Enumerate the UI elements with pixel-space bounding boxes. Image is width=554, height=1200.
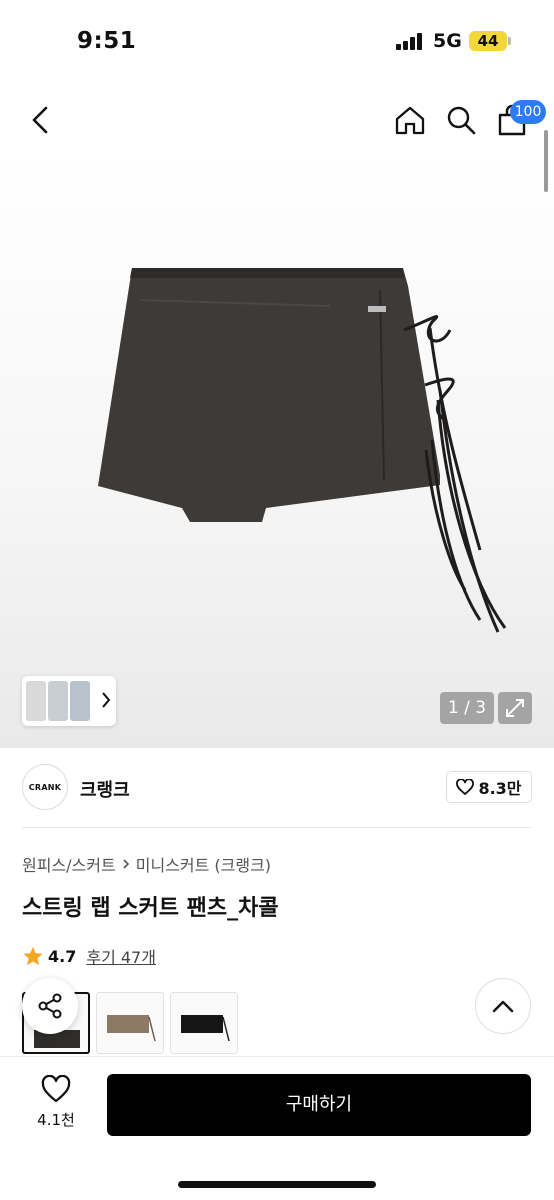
- bottom-purchase-bar: 4.1천 구매하기: [0, 1056, 554, 1200]
- product-title: 스트링 랩 스커트 팬츠_차콜: [22, 896, 279, 921]
- back-button[interactable]: [22, 100, 58, 140]
- divider: [22, 827, 532, 828]
- product-image: [98, 268, 507, 633]
- signal-icon: [396, 33, 426, 50]
- product-rating: 4.7 후기 47개: [22, 944, 156, 968]
- expand-button[interactable]: [498, 692, 532, 724]
- share-icon: [38, 993, 62, 1019]
- chevron-right-icon: [102, 692, 111, 708]
- battery-icon: 44: [469, 31, 511, 51]
- heart-icon: [456, 779, 475, 795]
- wishlist-button[interactable]: 4.1천: [26, 1074, 86, 1130]
- chevron-left-icon: [32, 106, 48, 134]
- rating-score: 4.7: [48, 946, 77, 966]
- status-bar: 9:51 5G 44: [0, 0, 554, 84]
- cart-count-badge: 100: [510, 100, 546, 124]
- option-thumbnail: [181, 1015, 230, 1042]
- brand-logo[interactable]: CRANK: [22, 764, 68, 810]
- gallery-thumbnail[interactable]: [26, 681, 46, 721]
- color-option-beige[interactable]: [96, 992, 164, 1054]
- review-link[interactable]: 후기 47개: [86, 944, 156, 968]
- gallery-thumbnail-strip[interactable]: [22, 676, 116, 726]
- gallery-thumbnail[interactable]: [48, 681, 68, 721]
- status-time: 9:51: [77, 28, 137, 54]
- gallery-counter: 1 / 3: [440, 692, 494, 724]
- top-nav: [0, 92, 554, 152]
- search-icon: [447, 106, 476, 135]
- brand-like-button[interactable]: 8.3만: [446, 771, 532, 803]
- buy-button[interactable]: 구매하기: [107, 1074, 531, 1136]
- breadcrumb-subcategory[interactable]: 미니스커트 (크랭크): [136, 852, 271, 876]
- brand-like-count: 8.3만: [478, 779, 522, 798]
- scroll-to-top-button[interactable]: [475, 978, 531, 1034]
- home-indicator: [178, 1181, 376, 1188]
- brand-name[interactable]: 크랭크: [80, 776, 130, 802]
- breadcrumb-category[interactable]: 원피스/스커트: [22, 852, 116, 876]
- star-icon: [23, 946, 43, 966]
- chevron-up-icon: [492, 1000, 514, 1013]
- option-thumbnail: [107, 1015, 156, 1042]
- wishlist-count: 4.1천: [37, 1111, 75, 1129]
- breadcrumb: 원피스/스커트 미니스커트 (크랭크): [22, 852, 271, 876]
- color-option-black[interactable]: [170, 992, 238, 1054]
- home-icon: [395, 106, 425, 135]
- chevron-right-icon: [123, 859, 129, 869]
- gallery-thumbnail[interactable]: [70, 681, 90, 721]
- share-button[interactable]: [22, 978, 78, 1034]
- home-button[interactable]: [390, 100, 430, 140]
- scrollbar[interactable]: [544, 130, 548, 192]
- search-button[interactable]: [441, 100, 481, 140]
- network-label: 5G: [433, 30, 462, 52]
- expand-icon: [506, 699, 524, 717]
- heart-icon: [41, 1074, 71, 1103]
- product-image-gallery[interactable]: [0, 150, 554, 748]
